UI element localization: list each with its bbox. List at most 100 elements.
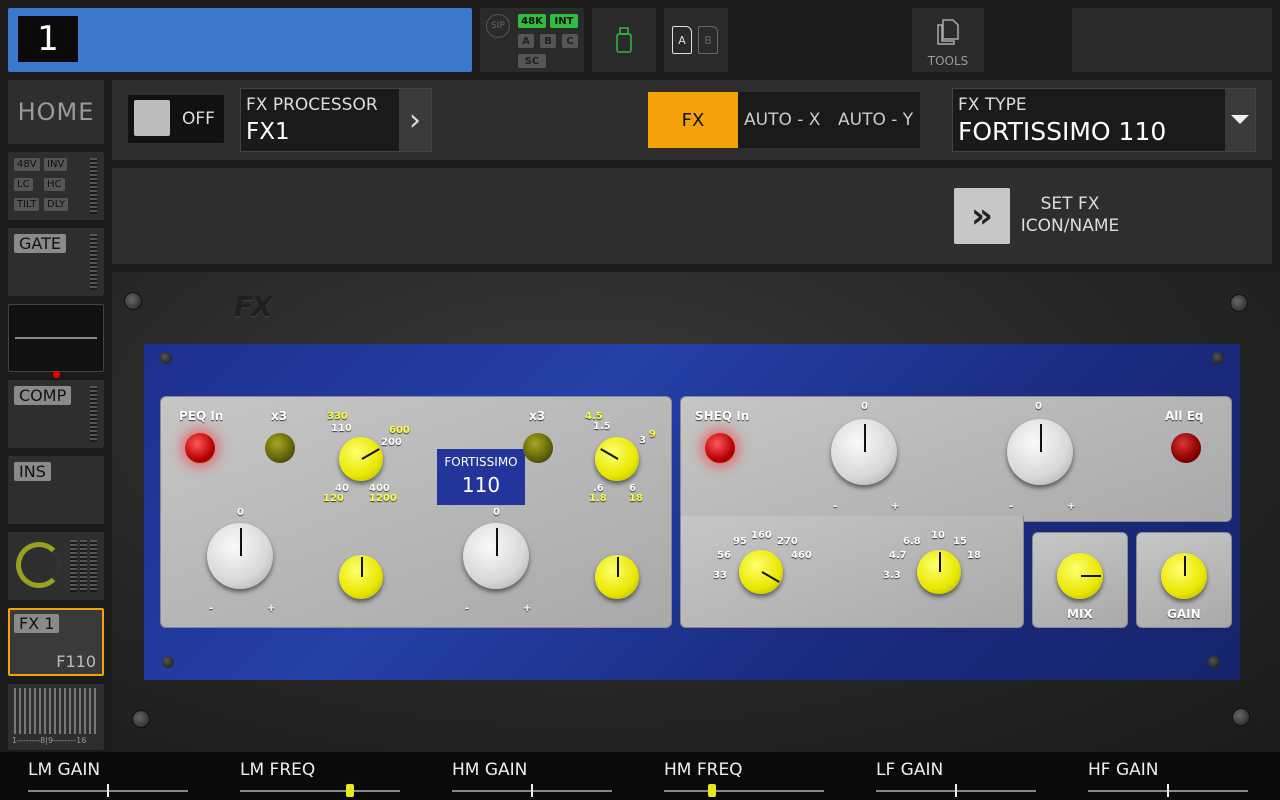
hm-q-knob[interactable] — [595, 555, 639, 599]
lf-freq-knob[interactable] — [739, 550, 783, 594]
minus-label: - — [1009, 501, 1014, 512]
mix-knob[interactable] — [1057, 553, 1103, 599]
usb-icon — [616, 27, 632, 53]
scale-label: 110 — [331, 423, 352, 434]
peq-in-button[interactable] — [185, 433, 215, 463]
lm-q-knob[interactable] — [339, 555, 383, 599]
bus-b-badge: B — [540, 34, 556, 48]
fx-processor-selector[interactable]: FX PROCESSOR FX1 › — [240, 88, 432, 152]
gate-section[interactable]: GATE — [8, 228, 104, 296]
fx-processor-title: FX PROCESSOR — [246, 95, 378, 115]
param-thumb[interactable] — [708, 784, 716, 797]
scale-label: 9 — [649, 429, 656, 440]
output-gain-knob[interactable] — [1161, 553, 1207, 599]
hm-gain-knob[interactable] — [463, 523, 529, 589]
scale-label: 3 — [639, 435, 646, 446]
param-track[interactable] — [240, 790, 400, 792]
scale-label: 160 — [751, 530, 772, 541]
sheq-in-button[interactable] — [705, 433, 735, 463]
param-thumb[interactable] — [531, 784, 533, 797]
x3-label-left: x3 — [271, 409, 288, 423]
sc-badge: SC — [518, 54, 546, 68]
scale-label: 6.8 — [903, 536, 921, 547]
minus-label: - — [833, 501, 838, 512]
hm-freq-knob[interactable] — [595, 437, 639, 481]
param-thumb[interactable] — [107, 784, 109, 797]
scale-label: 10 — [931, 530, 945, 541]
lm-gain-knob[interactable] — [207, 523, 273, 589]
hm-x3-button[interactable] — [523, 433, 553, 463]
sheq-in-label: SHEQ In — [695, 409, 750, 423]
faceplate-screw — [1212, 352, 1224, 364]
sheq-freq-panel: 95 160 270 56 460 33 6.8 10 15 4.7 18 3.… — [680, 516, 1024, 628]
scale-label: 18 — [967, 550, 981, 561]
fx-rack: FX PEQ In x3 330 110 600 200 40 120 400 … — [112, 272, 1280, 752]
scale-label: 1.5 — [593, 421, 611, 432]
mix-label: MIX — [1067, 607, 1093, 621]
bus-meters-section[interactable]: 1--------8|9--------16 — [8, 684, 104, 750]
param-lm-gain[interactable]: LM GAIN — [28, 760, 188, 797]
scale-label: 120 — [323, 493, 344, 504]
fx-type-selector[interactable]: FX TYPE FORTISSIMO 110 — [952, 88, 1256, 152]
gate-meter — [90, 234, 97, 290]
low-cut-tag: LC — [14, 178, 33, 191]
gate-label: GATE — [14, 234, 66, 253]
zero-label: 0 — [861, 401, 868, 412]
param-track[interactable] — [664, 790, 824, 792]
param-label: LM FREQ — [240, 760, 316, 780]
fx1-slot[interactable]: FX 1 F110 — [8, 608, 104, 676]
hf-gain-knob[interactable] — [1007, 419, 1073, 485]
usb-button[interactable] — [592, 8, 656, 72]
eq-section[interactable] — [8, 304, 104, 378]
plus-label: + — [1067, 501, 1076, 512]
tilt-tag: TILT — [14, 198, 40, 211]
insert-section[interactable]: INS — [8, 456, 104, 524]
param-lf-gain[interactable]: LF GAIN — [876, 760, 1036, 797]
tools-button[interactable]: TOOLS — [912, 8, 984, 72]
scale-label: 270 — [777, 536, 798, 547]
param-hm-gain[interactable]: HM GAIN — [452, 760, 612, 797]
empty-slot — [1072, 8, 1272, 72]
sends-section[interactable] — [8, 532, 104, 600]
tab-fx[interactable]: FX — [648, 92, 738, 148]
set-fx-icon-button[interactable]: » — [954, 188, 1010, 244]
home-button[interactable]: HOME — [8, 80, 104, 144]
high-cut-tag: HC — [44, 178, 65, 191]
lm-freq-knob[interactable] — [339, 437, 383, 481]
fx-type-value: FORTISSIMO 110 — [958, 117, 1167, 146]
scale-label: 18 — [629, 493, 643, 504]
channel-selector[interactable]: 1 — [8, 8, 472, 72]
input-section[interactable]: 48V INV LC HC TILT DLY — [8, 152, 104, 220]
comp-section[interactable]: COMP — [8, 380, 104, 448]
card-b-icon[interactable]: B — [698, 26, 718, 54]
param-lm-freq[interactable]: LM FREQ — [240, 760, 400, 797]
chevron-right-icon[interactable]: › — [399, 89, 431, 151]
toggle-label: OFF — [182, 109, 215, 129]
faceplate-screw — [1208, 656, 1220, 668]
all-eq-button[interactable] — [1171, 433, 1201, 463]
set-fx-sublabel: ICON/NAME — [1020, 216, 1120, 236]
lm-x3-button[interactable] — [265, 433, 295, 463]
zero-label: 0 — [237, 507, 244, 518]
param-thumb[interactable] — [1167, 784, 1169, 797]
param-label: HM FREQ — [664, 760, 743, 780]
param-hf-gain[interactable]: HF GAIN — [1088, 760, 1248, 797]
parameter-strip: LM GAIN LM FREQ HM GAIN HM FREQ LF GAIN … — [0, 752, 1280, 800]
chevron-down-icon[interactable] — [1225, 89, 1255, 151]
param-thumb[interactable] — [955, 784, 957, 797]
param-thumb[interactable] — [346, 784, 355, 797]
param-label: LM GAIN — [28, 760, 101, 780]
lf-gain-knob[interactable] — [831, 419, 897, 485]
fortissimo-faceplate: PEQ In x3 330 110 600 200 40 120 400 120… — [144, 344, 1240, 680]
tab-auto-y[interactable]: AUTO - Y — [838, 110, 913, 130]
minus-label: - — [209, 603, 214, 614]
comp-label: COMP — [14, 386, 72, 405]
hf-freq-knob[interactable] — [917, 550, 961, 594]
param-hm-freq[interactable]: HM FREQ — [664, 760, 824, 797]
card-a-icon[interactable]: A — [672, 26, 692, 54]
fx-on-off-toggle[interactable]: OFF — [128, 95, 224, 143]
scene-card-panel[interactable]: A B — [664, 8, 728, 72]
sends-meter-2 — [80, 540, 87, 592]
tab-auto-x[interactable]: AUTO - X — [744, 110, 820, 130]
fx-tab-bar: FX AUTO - X AUTO - Y — [648, 92, 920, 148]
